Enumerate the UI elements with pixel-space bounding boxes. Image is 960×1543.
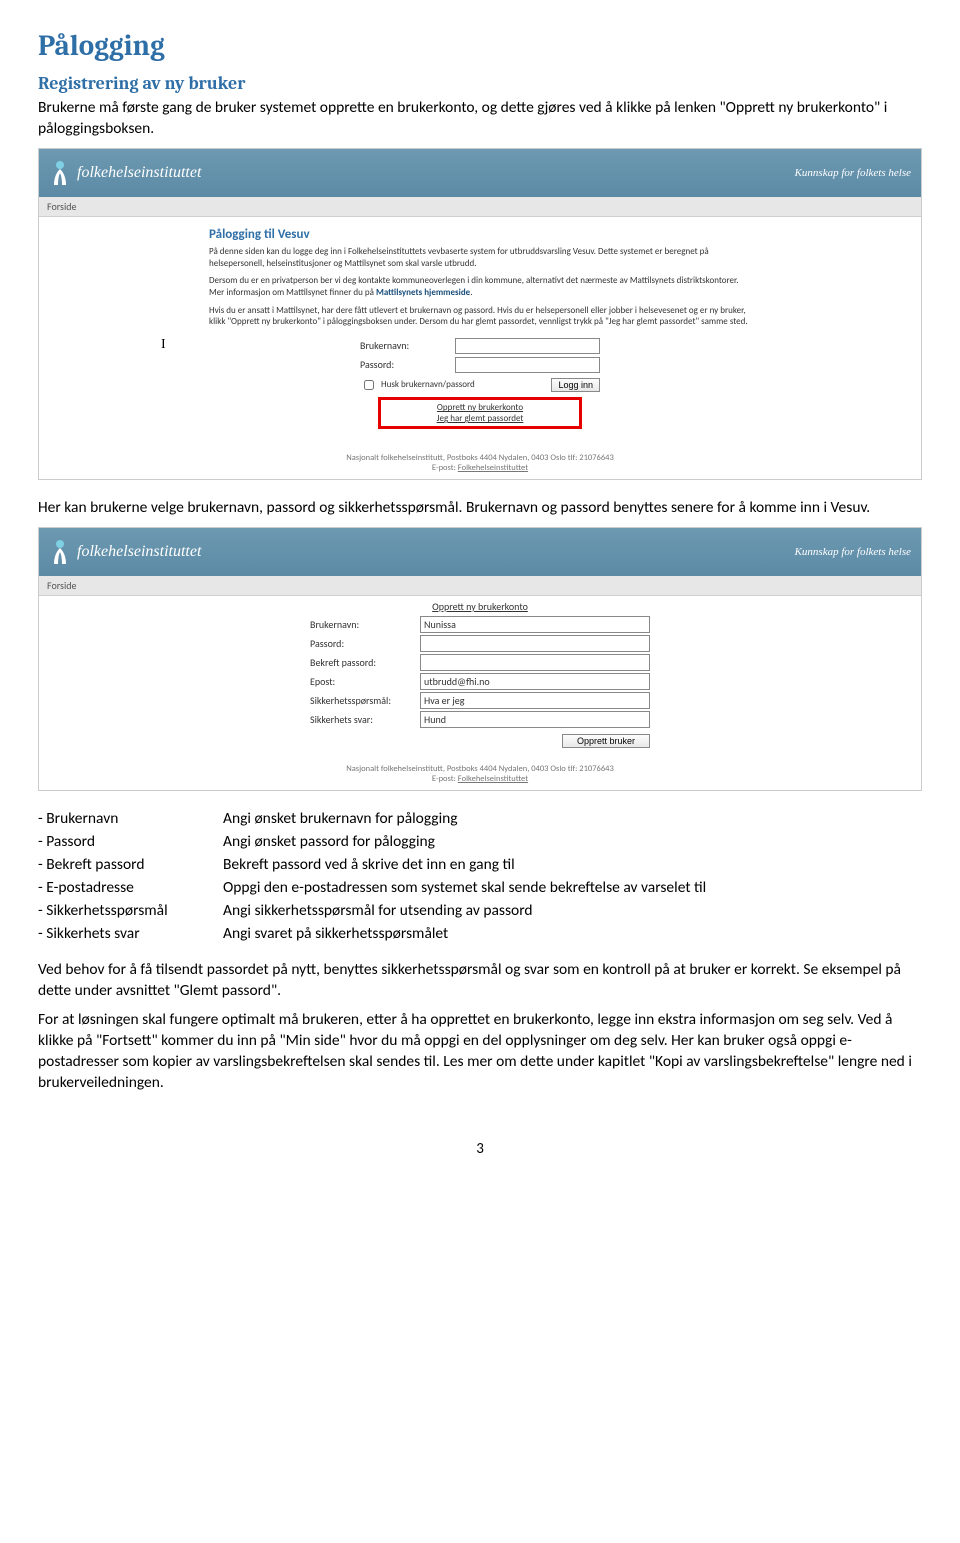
create-user-button[interactable]: Opprett bruker bbox=[562, 734, 650, 748]
def-desc: Angi sikkerhetsspørsmål for utsending av… bbox=[223, 901, 706, 924]
login-button[interactable]: Logg inn bbox=[551, 378, 600, 392]
create-form-title: Opprett ny brukerkonto bbox=[310, 600, 650, 613]
def-desc: Angi ønsket brukernavn for pålogging bbox=[223, 809, 706, 832]
def-term: - Brukernavn bbox=[38, 809, 223, 832]
header-slogan-2: Kunnskap for folkets helse bbox=[795, 546, 911, 558]
login-title: Pålogging til Vesuv bbox=[209, 227, 751, 242]
password-input[interactable] bbox=[455, 357, 600, 373]
create-confirm-label: Bekreft passord: bbox=[310, 656, 420, 669]
create-question-label: Sikkerhetsspørsmål: bbox=[310, 694, 420, 707]
def-row: - SikkerhetsspørsmålAngi sikkerhetsspørs… bbox=[38, 901, 706, 924]
create-confirm-input[interactable] bbox=[420, 654, 650, 671]
def-desc: Bekreft passord ved å skrive det inn en … bbox=[223, 855, 706, 878]
nav-tab: Forside bbox=[39, 197, 921, 217]
create-answer-input[interactable]: Hund bbox=[420, 711, 650, 728]
remember-label: Husk brukernavn/passord bbox=[381, 379, 547, 390]
page-number: 3 bbox=[38, 1140, 922, 1158]
def-row: - PassordAngi ønsket passord for påloggi… bbox=[38, 832, 706, 855]
def-row: - Sikkerhets svarAngi svaret på sikkerhe… bbox=[38, 924, 706, 947]
create-email-label: Epost: bbox=[310, 675, 420, 688]
create-question-input[interactable]: Hva er jeg bbox=[420, 692, 650, 709]
username-label: Brukernavn: bbox=[360, 339, 455, 352]
paragraph-2: Her kan brukerne velge brukernavn, passo… bbox=[38, 498, 922, 519]
login-para-3: Hvis du er ansatt i Mattilsynet, har der… bbox=[209, 305, 751, 328]
logo-text-2: folkehelseinstituttet bbox=[77, 543, 201, 561]
create-email-input[interactable]: utbrudd@fhi.no bbox=[420, 673, 650, 690]
def-desc: Angi svaret på sikkerhetsspørsmålet bbox=[223, 924, 706, 947]
nav-tab-2: Forside bbox=[39, 576, 921, 596]
def-desc: Angi ønsket passord for pålogging bbox=[223, 832, 706, 855]
def-row: - E-postadresseOppgi den e-postadressen … bbox=[38, 878, 706, 901]
def-row: - BrukernavnAngi ønsket brukernavn for p… bbox=[38, 809, 706, 832]
header-bar-2: folkehelseinstituttet Kunnskap for folke… bbox=[39, 528, 921, 576]
def-term: - Sikkerhets svar bbox=[38, 924, 223, 947]
register-links-highlight: Opprett ny brukerkonto Jeg har glemt pas… bbox=[378, 397, 582, 429]
def-term: - Bekreft passord bbox=[38, 855, 223, 878]
footer: Nasjonalt folkehelseinstitutt, Postboks … bbox=[39, 447, 921, 479]
create-password-label: Passord: bbox=[310, 637, 420, 650]
login-para-2: Dersom du er en privatperson ber vi deg … bbox=[209, 275, 751, 298]
def-row: - Bekreft passordBekreft passord ved å s… bbox=[38, 855, 706, 878]
footer-2: Nasjonalt folkehelseinstitutt, Postboks … bbox=[39, 758, 921, 790]
logo-text: folkehelseinstituttet bbox=[77, 164, 201, 182]
site-logo: folkehelseinstituttet bbox=[49, 159, 201, 187]
site-logo-2: folkehelseinstituttet bbox=[49, 538, 201, 566]
def-term: - Passord bbox=[38, 832, 223, 855]
page-heading: Pålogging bbox=[38, 30, 922, 63]
create-username-label: Brukernavn: bbox=[310, 618, 420, 631]
section-heading: Registrering av ny bruker bbox=[38, 73, 922, 94]
header-bar: folkehelseinstituttet Kunnskap for folke… bbox=[39, 149, 921, 197]
def-desc: Oppgi den e-postadressen som systemet sk… bbox=[223, 878, 706, 901]
username-input[interactable] bbox=[455, 338, 600, 354]
logo-icon bbox=[49, 538, 71, 566]
def-term: - Sikkerhetsspørsmål bbox=[38, 901, 223, 924]
remember-checkbox[interactable] bbox=[364, 380, 374, 390]
login-screenshot: I folkehelseinstituttet Kunnskap for fol… bbox=[38, 148, 922, 480]
header-slogan: Kunnskap for folkets helse bbox=[795, 167, 911, 179]
create-password-input[interactable] bbox=[420, 635, 650, 652]
create-username-input[interactable]: Nunissa bbox=[420, 616, 650, 633]
text-cursor-icon: I bbox=[161, 337, 166, 353]
field-definitions: - BrukernavnAngi ønsket brukernavn for p… bbox=[38, 809, 706, 947]
create-account-link[interactable]: Opprett ny brukerkonto bbox=[385, 402, 575, 413]
paragraph-4: For at løsningen skal fungere optimalt m… bbox=[38, 1010, 922, 1094]
def-term: - E-postadresse bbox=[38, 878, 223, 901]
forgot-password-link[interactable]: Jeg har glemt passordet bbox=[385, 413, 575, 424]
password-label: Passord: bbox=[360, 358, 455, 371]
logo-icon bbox=[49, 159, 71, 187]
create-answer-label: Sikkerhets svar: bbox=[310, 713, 420, 726]
login-form: Brukernavn: Passord: Husk brukernavn/pas… bbox=[360, 338, 600, 429]
login-para-1: På denne siden kan du logge deg inn i Fo… bbox=[209, 246, 751, 269]
create-account-screenshot: folkehelseinstituttet Kunnskap for folke… bbox=[38, 527, 922, 791]
intro-paragraph: Brukerne må første gang de bruker system… bbox=[38, 98, 922, 140]
create-form: Opprett ny brukerkonto Brukernavn: Nunis… bbox=[310, 600, 650, 748]
paragraph-3: Ved behov for å få tilsendt passordet på… bbox=[38, 960, 922, 1002]
